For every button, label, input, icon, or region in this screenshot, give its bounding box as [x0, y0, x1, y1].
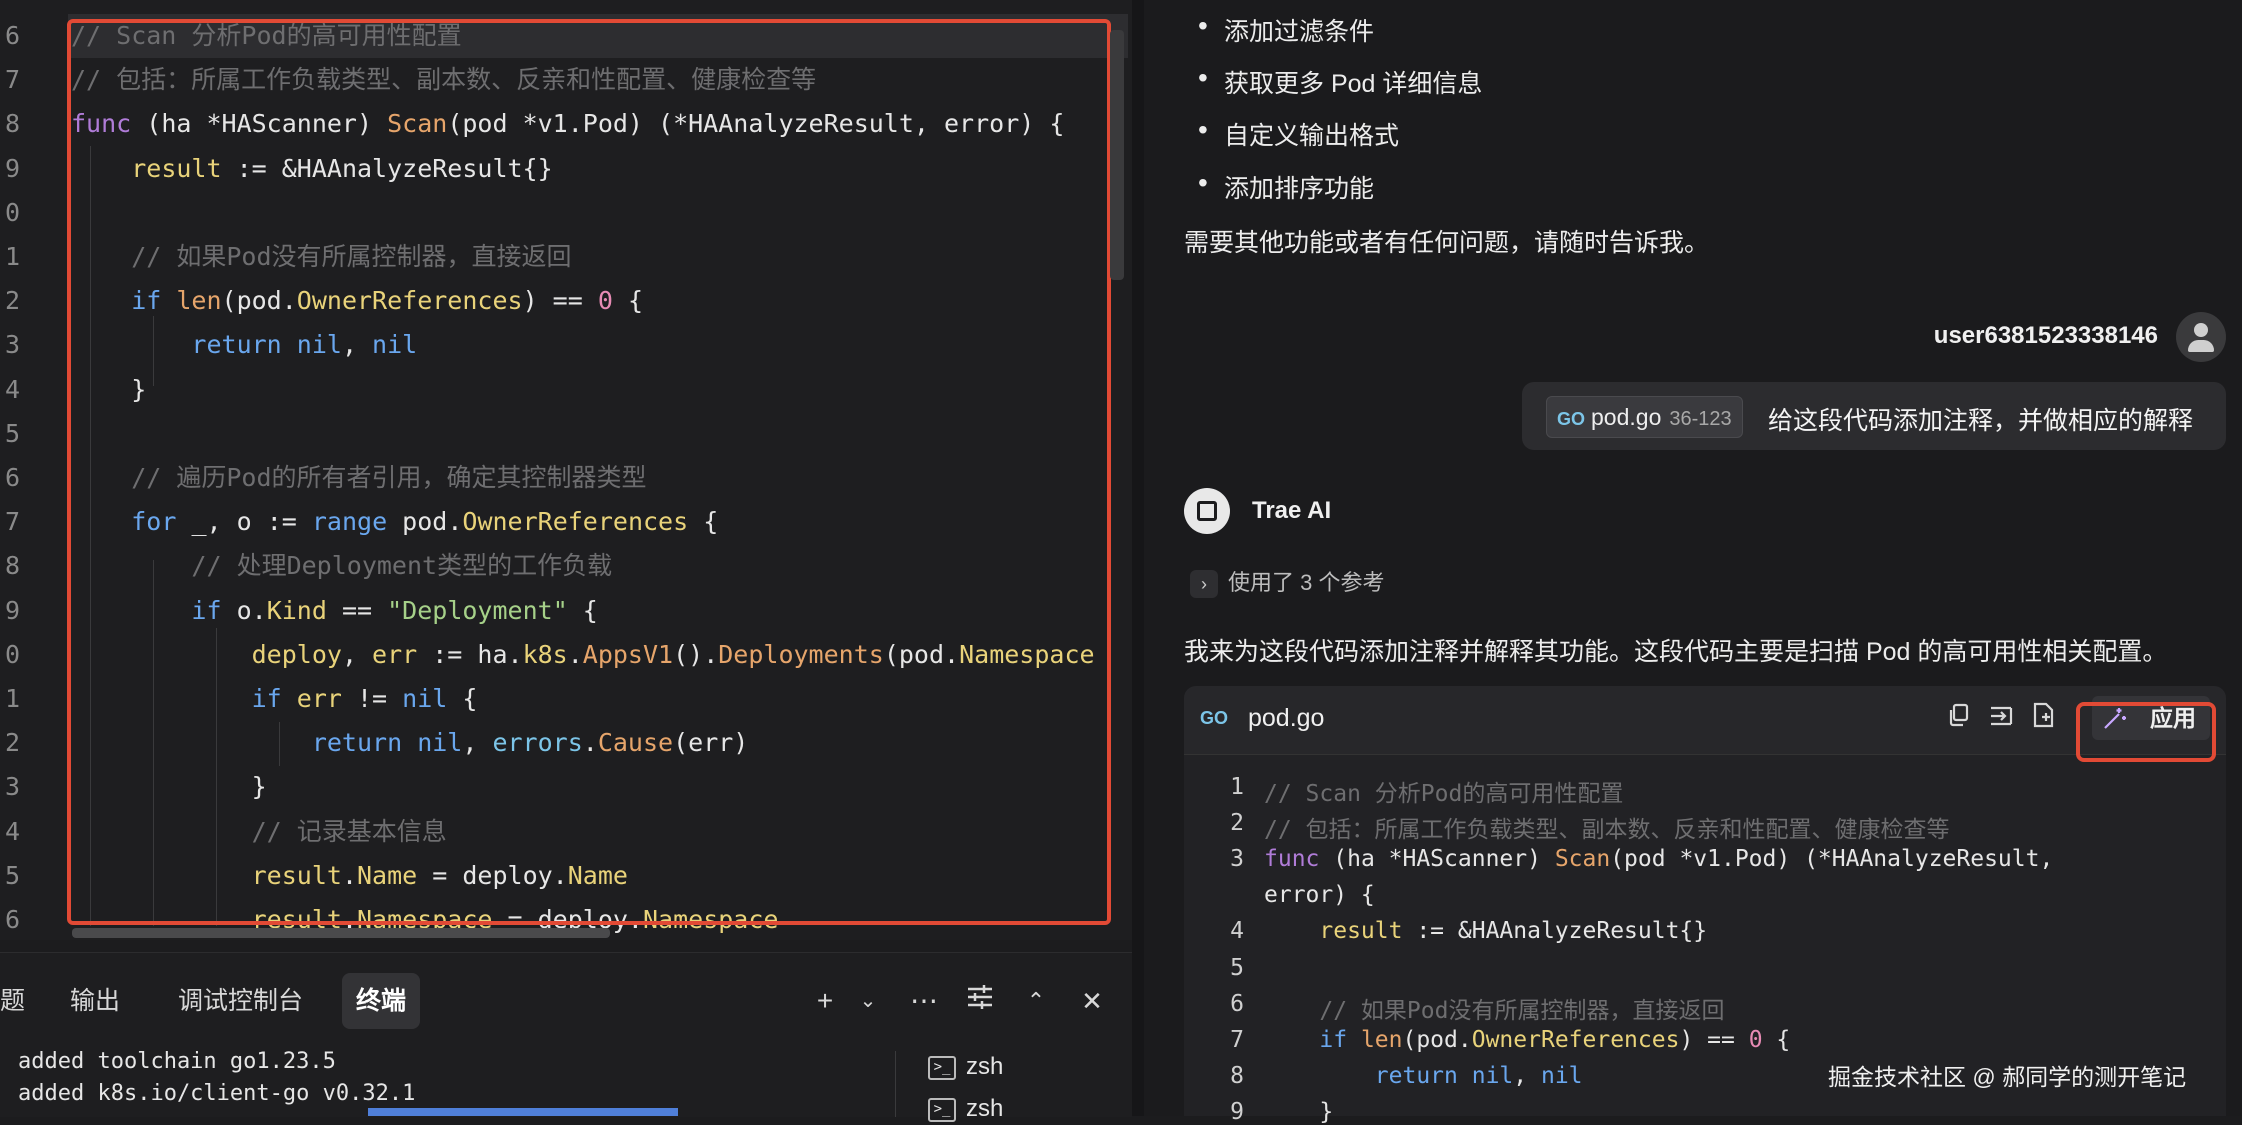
go-file-icon: GO — [1557, 409, 1586, 429]
apply-annotation-box — [2076, 702, 2216, 762]
chevron-down-icon[interactable]: ⌄ — [848, 979, 888, 1023]
line-number: 6 — [4, 21, 20, 50]
line-number: 4 — [4, 816, 20, 846]
line-number: 0 — [4, 197, 20, 227]
user-name: user6381523338146 — [1933, 322, 2158, 349]
terminal-output-line: added toolchain go1.23.5 — [18, 1049, 336, 1074]
insert-icon[interactable] — [1984, 702, 2020, 738]
code-editor[interactable]: 678901234567890123456 // Scan 分析Pod的高可用性… — [0, 0, 1132, 940]
shell-label: zsh — [966, 1053, 1004, 1080]
selection-annotation-box — [67, 19, 1111, 925]
code-block-line: if len(pod.OwnerReferences) == 0 { — [1319, 1026, 1791, 1053]
line-number: 9 — [4, 595, 20, 625]
tab-terminal[interactable]: 终端 — [342, 973, 421, 1029]
more-icon[interactable]: ⋯ — [904, 979, 944, 1023]
line-number: 3 — [4, 330, 20, 360]
watermark: 掘金技术社区 @ 郝同学的测开笔记 — [1828, 1064, 2187, 1090]
code-block-line: // Scan 分析Pod的高可用性配置 — [1264, 781, 1624, 807]
code-block-line-number: 6 — [1230, 990, 1244, 1017]
terminal-icon: >_ — [928, 1055, 956, 1080]
terminal-output-line: added k8s.io/client-go v0.32.1 — [18, 1081, 416, 1106]
code-block-line: return nil, nil — [1374, 1062, 1583, 1089]
file-name: pod.go — [1591, 404, 1662, 430]
list-item: 自定义输出格式 — [1198, 114, 1399, 152]
user-message-text: 给这段代码添加注释，并做相应的解释 — [1768, 407, 2194, 435]
terminal-instance-zsh[interactable]: >_ zsh — [928, 1095, 1003, 1123]
line-number: 6 — [4, 905, 20, 934]
settings-sliders-icon[interactable] — [960, 979, 1000, 1023]
line-number: 6 — [4, 463, 20, 492]
ai-answer-text: 我来为这段代码添加注释并解释其功能。这段代码主要是扫描 Pod 的高可用性相关配… — [1184, 638, 2168, 666]
split-divider[interactable] — [1132, 0, 1144, 1116]
code-block-line: func (ha *HAScanner) Scan(pod *v1.Pod) (… — [1264, 846, 2054, 873]
code-block-line-number: 5 — [1230, 954, 1244, 981]
line-number: 1 — [4, 242, 20, 271]
copy-icon[interactable] — [1940, 702, 1976, 738]
follow-up-text: 需要其他功能或者有任何问题，请随时告诉我。 — [1184, 229, 1710, 257]
close-icon[interactable]: ✕ — [1072, 979, 1112, 1023]
user-avatar — [2176, 312, 2226, 362]
line-number: 1 — [4, 684, 20, 713]
chevron-up-icon[interactable]: ⌃ — [1016, 979, 1056, 1023]
line-number: 9 — [4, 153, 20, 183]
code-block-line: // 如果Pod没有所属控制器，直接返回 — [1264, 997, 1725, 1024]
ai-name: Trae AI — [1252, 497, 1332, 524]
code-block-line-number: 3 — [1230, 846, 1244, 873]
code-block-line-number: 9 — [1230, 1098, 1244, 1125]
list-item: 添加过滤条件 — [1198, 10, 1374, 48]
line-number: 2 — [4, 728, 20, 758]
code-block-line: } — [1264, 1098, 1334, 1125]
code-block-line-number: 2 — [1230, 810, 1244, 837]
list-item: 获取更多 Pod 详细信息 — [1198, 62, 1482, 100]
code-block-line: // 包括：所属工作负载类型、副本数、反亲和性配置、健康检查等 — [1264, 817, 1950, 844]
tab-problems[interactable]: 题 — [0, 973, 39, 1029]
terminal-icon: >_ — [928, 1097, 956, 1122]
line-number: 8 — [4, 109, 20, 139]
bottom-panel: 题 输出 调试控制台 终端 + ⌄ ⋯ ⌃ ✕ added toolchain … — [0, 952, 1132, 1122]
ai-avatar — [1184, 488, 1230, 534]
line-number: 8 — [4, 551, 20, 581]
line-number: 2 — [4, 286, 20, 316]
terminal-instance-zsh[interactable]: >_ zsh — [928, 1053, 1003, 1081]
line-number: 7 — [4, 507, 20, 537]
new-file-icon[interactable] — [2026, 702, 2062, 738]
line-number: 5 — [4, 418, 20, 448]
tab-output[interactable]: 输出 — [56, 973, 134, 1029]
tab-debug-console[interactable]: 调试控制台 — [164, 973, 317, 1029]
code-block-line-number: 4 — [1230, 918, 1244, 945]
go-file-icon: GO — [1200, 708, 1229, 728]
file-reference-chip[interactable]: GO pod.go 36-123 — [1546, 396, 1743, 438]
terminal-selection — [368, 1108, 678, 1116]
code-block-line: error) { — [1264, 882, 1375, 909]
references-label: 使用了 3 个参考 — [1228, 570, 1385, 595]
code-block-line-number: 8 — [1230, 1062, 1244, 1089]
list-item: 添加排序功能 — [1198, 167, 1374, 205]
divider — [895, 1051, 896, 1117]
code-block-filename: pod.go — [1248, 704, 1325, 732]
chevron-right-icon: › — [1190, 570, 1218, 598]
line-number: 4 — [4, 374, 20, 404]
code-block-line-number: 7 — [1230, 1026, 1244, 1053]
plus-icon[interactable]: + — [805, 979, 845, 1023]
vertical-scrollbar[interactable] — [1110, 30, 1124, 280]
horizontal-scrollbar[interactable] — [72, 928, 610, 938]
references-toggle[interactable]: › 使用了 3 个参考 — [1190, 565, 1384, 598]
line-number: 3 — [4, 772, 20, 802]
line-number: 5 — [4, 860, 20, 890]
code-block-line: result := &HAAnalyzeResult{} — [1319, 918, 1708, 945]
line-number: 0 — [4, 639, 20, 669]
shell-label: zsh — [966, 1095, 1004, 1122]
line-range: 36-123 — [1669, 408, 1732, 430]
line-number: 7 — [4, 65, 20, 95]
code-block-header: GO pod.go 应用 — [1184, 686, 2226, 755]
code-block-line-number: 1 — [1230, 774, 1244, 800]
